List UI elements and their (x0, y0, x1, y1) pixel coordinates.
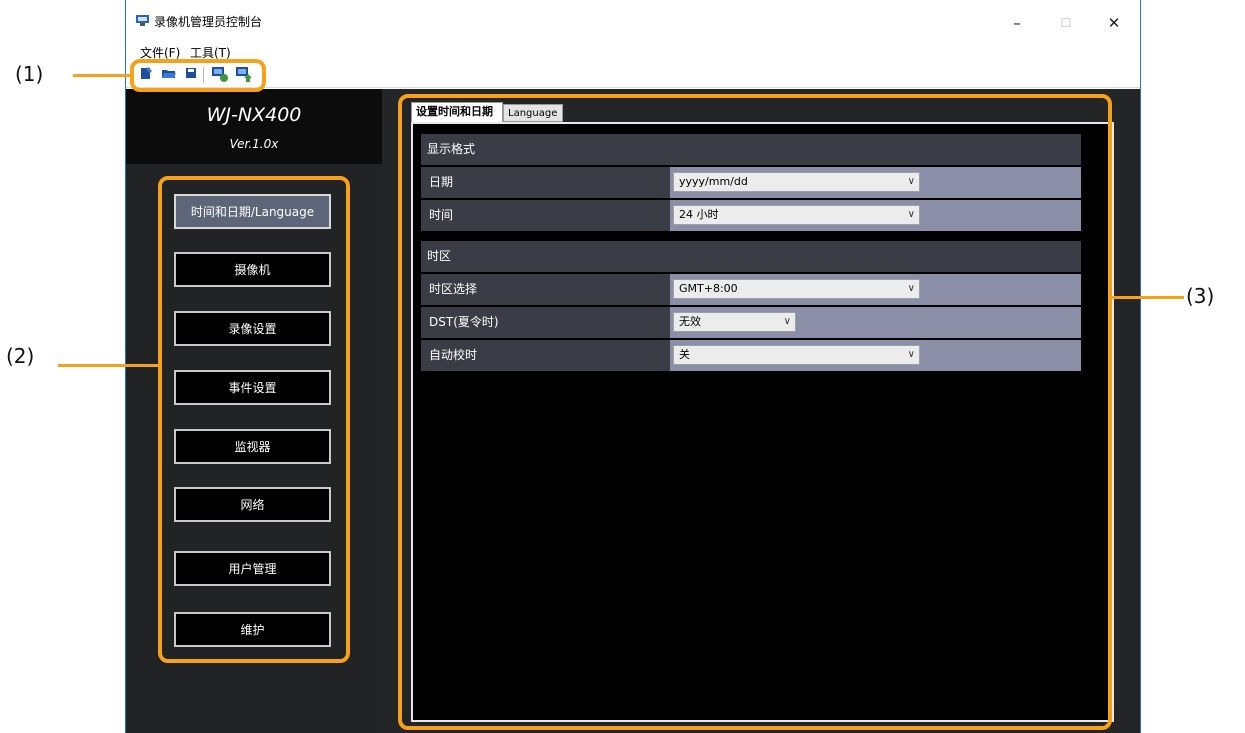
annotation-label-2: (2) (6, 344, 35, 368)
annotation-box-toolbar (130, 59, 266, 92)
version-label: Ver.1.0x (229, 137, 279, 151)
annotation-line-2 (58, 364, 159, 367)
model-name: WJ-NX400 (206, 104, 302, 126)
annotation-line-3 (1111, 296, 1184, 299)
minimize-button[interactable]: – (1002, 10, 1032, 36)
annotation-line-1 (73, 74, 131, 77)
annotation-box-sidebar (158, 176, 350, 663)
toolbar (126, 61, 1140, 88)
window-title: 录像机管理员控制台 (154, 15, 263, 29)
app-icon (136, 15, 149, 26)
title-bar: 录像机管理员控制台 – ☐ ✕ (126, 0, 1140, 40)
maximize-button[interactable]: ☐ (1051, 10, 1081, 36)
menu-bar: 文件(F) 工具(T) (126, 42, 1140, 60)
brand-header: WJ-NX400 Ver.1.0x (126, 89, 382, 164)
close-button[interactable]: ✕ (1099, 10, 1129, 36)
annotation-label-3: (3) (1186, 284, 1215, 308)
annotation-label-1: (1) (15, 62, 44, 86)
annotation-box-content (398, 94, 1112, 730)
